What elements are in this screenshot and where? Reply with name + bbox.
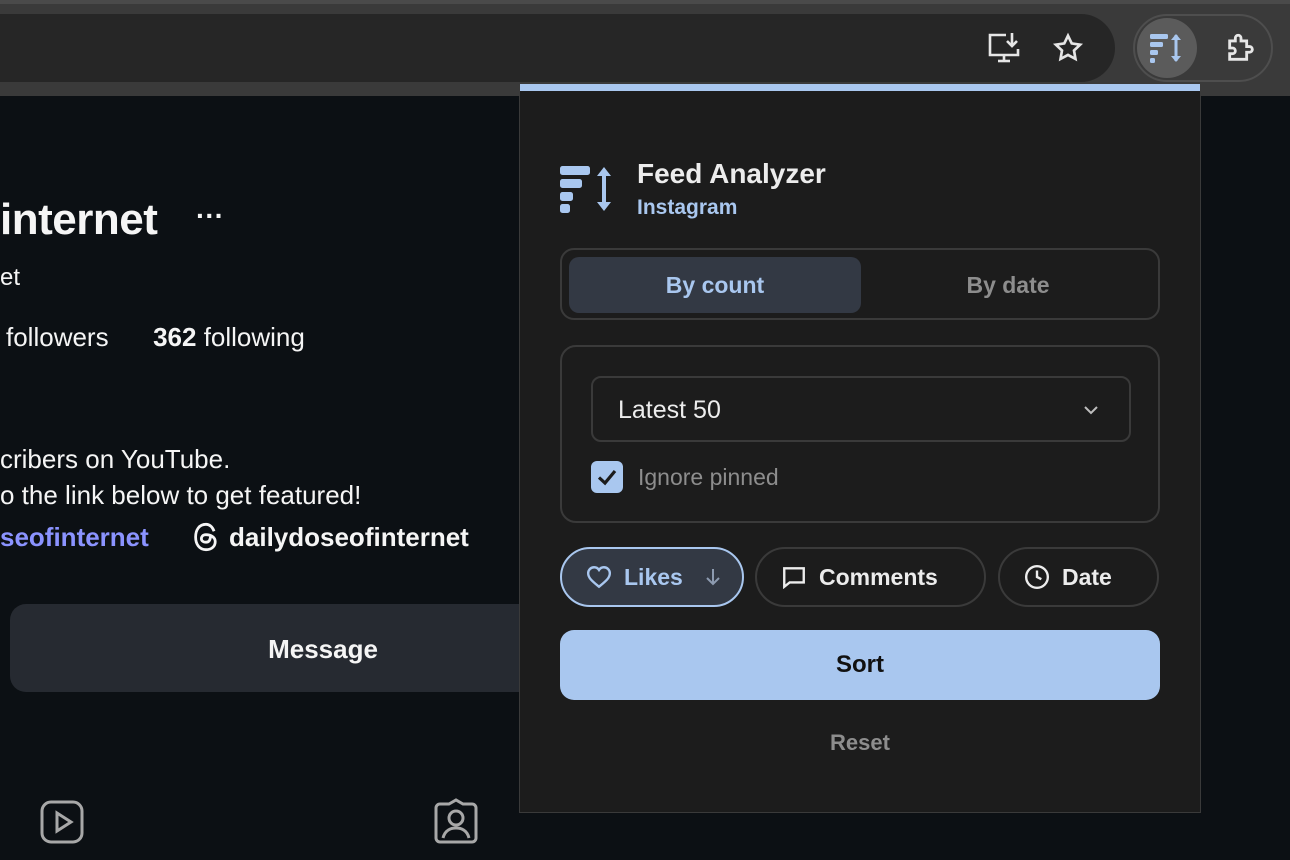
sort-button[interactable]: Sort [560,630,1160,700]
feed-analyzer-icon [1150,34,1181,63]
count-options-panel: Latest 50 Ignore pinned [560,345,1160,523]
tab-by-date[interactable]: By date [862,257,1154,313]
sort-comments-label: Comments [819,563,938,590]
profile-link[interactable]: seofinternet [0,522,149,553]
reset-link: Reset [520,730,1200,756]
message-button[interactable]: Message [10,604,570,692]
browser-toolbar [0,0,1290,96]
sort-date-label: Date [1062,563,1112,590]
sort-by-comments-button[interactable]: Comments [755,547,986,607]
ignore-pinned-label[interactable]: Ignore pinned [638,464,779,491]
sort-by-likes-button[interactable]: Likes [560,547,744,607]
feed-analyzer-logo-icon [560,166,611,213]
ignore-pinned-checkbox[interactable] [591,461,623,493]
reset-button[interactable]: Reset [830,730,890,755]
chevron-down-icon [1084,406,1098,415]
reels-tab-icon[interactable] [38,798,86,846]
threads-handle[interactable]: dailydoseofinternet [229,522,469,553]
tagged-tab-icon[interactable] [432,798,480,846]
puzzle-icon[interactable] [1221,28,1261,68]
clock-icon [1024,564,1050,590]
mode-toggle: By count By date [560,248,1160,320]
platform-label: Instagram [637,196,738,219]
post-count-select[interactable]: Latest 50 [591,376,1131,442]
comment-icon [781,565,807,589]
following-count[interactable]: 362 [153,322,196,352]
feed-analyzer-extension-button[interactable] [1137,18,1197,78]
install-app-icon[interactable] [984,28,1024,68]
popup-title: Feed Analyzer [637,158,826,189]
arrow-down-icon [705,567,721,587]
toolbar-top-strip [0,0,1290,4]
profile-stats: followers 362 following [6,322,305,353]
popup-accent-bar [520,84,1200,91]
profile-fullname: et [0,264,21,291]
heart-icon [586,565,612,589]
threads-icon [194,522,217,552]
star-icon[interactable] [1048,28,1088,68]
bio-line-1: cribers on YouTube. [0,444,231,474]
tab-by-count[interactable]: By count [569,257,861,313]
post-count-value: Latest 50 [618,396,721,424]
bio-line-2: o the link below to get featured! [0,480,362,510]
following-label[interactable]: following [204,322,305,352]
sort-by-date-button[interactable]: Date [998,547,1159,607]
sort-likes-label: Likes [624,563,683,590]
profile-username: internet [0,195,158,244]
more-options-icon[interactable]: ··· [196,200,224,232]
followers-label[interactable]: followers [6,322,109,352]
feed-analyzer-popup: Feed Analyzer Instagram By count By date… [519,83,1201,813]
checkmark-icon [597,469,617,486]
address-bar[interactable] [0,14,1115,82]
